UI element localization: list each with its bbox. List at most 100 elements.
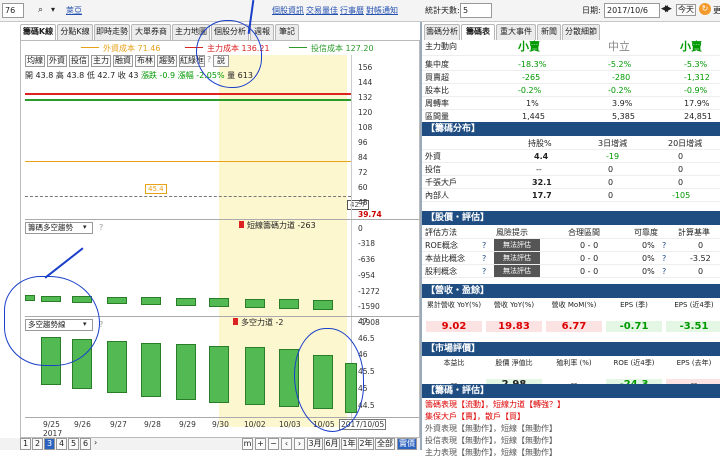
note-marker	[233, 318, 238, 325]
cell: 0	[678, 152, 684, 161]
cell: 0 - 0	[580, 267, 599, 276]
arrow-right-icon[interactable]: ›	[294, 438, 305, 450]
help-icon[interactable]: ?	[482, 252, 486, 265]
cell: 集中度	[425, 60, 449, 69]
period-menu-icon[interactable]: m	[242, 438, 253, 450]
cell: 0 - 0	[580, 254, 599, 263]
ohlc-low: 低 42.7	[86, 71, 116, 80]
tab-notes[interactable]: 筆記	[275, 24, 299, 40]
risk-badge: 無法評估	[494, 265, 540, 277]
ink-circle	[196, 20, 262, 88]
trend-bar	[141, 343, 161, 397]
trust-cost-line	[25, 99, 351, 101]
period-actual[interactable]: 實價	[397, 438, 417, 450]
section-market: 【市場評價】	[422, 342, 720, 356]
price-mark-high: 45.4	[145, 184, 167, 194]
link-statement[interactable]: 對帳通知	[366, 5, 398, 16]
force-bar	[245, 299, 265, 308]
search-icon[interactable]: ⌕	[38, 5, 43, 15]
xaxis-label: 9/26	[74, 420, 91, 429]
period-2y[interactable]: 2年	[358, 438, 374, 450]
cell: 計算基準	[678, 228, 710, 237]
arrow-left-icon[interactable]: ‹	[281, 438, 292, 450]
help-icon[interactable]: ?	[662, 252, 666, 265]
rev-col: 累計營收 YoY(%)	[426, 301, 482, 309]
page-4[interactable]: 4	[56, 438, 67, 450]
page-next-icon[interactable]: ›	[94, 438, 97, 447]
period-3m[interactable]: 3月	[307, 438, 323, 450]
cell: 0	[698, 267, 704, 276]
today-button[interactable]: 今天	[676, 4, 696, 16]
xaxis-label: 10/02	[244, 420, 266, 429]
tab-realtime[interactable]: 即時走勢	[94, 24, 130, 40]
trend-bar	[209, 346, 229, 403]
refresh-icon[interactable]: ↻	[699, 3, 711, 15]
link-stock-info[interactable]: 個股資訊	[272, 5, 304, 16]
help-icon[interactable]: ?	[662, 239, 666, 252]
price-tick: 156	[358, 63, 373, 72]
toolbar-foreign[interactable]: 外資	[47, 55, 67, 67]
page-2[interactable]: 2	[32, 438, 43, 450]
price-tick: 72	[358, 168, 368, 177]
stock-code-input[interactable]: 76	[2, 3, 24, 18]
arrow-right-icon[interactable]: ▶	[665, 4, 672, 14]
period-6m[interactable]: 6月	[324, 438, 340, 450]
toolbar-trust[interactable]: 投信	[69, 55, 89, 67]
help-icon[interactable]: ?	[482, 239, 486, 252]
zoom-out-icon[interactable]: −	[268, 438, 279, 450]
zoom-in-icon[interactable]: +	[255, 438, 266, 450]
foreign-cost-line	[25, 161, 351, 162]
risk-badge: 無法評估	[494, 239, 540, 251]
stock-name-link[interactable]: 萊亞	[66, 5, 82, 16]
note-marker	[239, 221, 244, 228]
toolbar-bollinger[interactable]: 布林	[135, 55, 155, 67]
toolbar-main[interactable]: 主力	[91, 55, 111, 67]
xaxis-line	[25, 417, 419, 418]
force-bar	[107, 297, 127, 304]
toolbar-margin[interactable]: 融資	[113, 55, 133, 67]
date-input[interactable]: 2017/10/6	[604, 3, 660, 18]
help-icon[interactable]: ?	[99, 223, 103, 232]
page-6[interactable]: 6	[80, 438, 91, 450]
ohlc-high: 高 43.8	[55, 71, 85, 80]
main-cost-line	[25, 93, 351, 95]
price-tick: 96	[358, 138, 368, 147]
dist-row: 內部人 17.7 0 -105	[422, 189, 720, 202]
page-5[interactable]: 5	[68, 438, 79, 450]
cell: -5.2%	[608, 60, 632, 69]
cell: 0	[678, 165, 684, 174]
summary-row: 周轉率 1% 3.9% 17.9%	[422, 97, 720, 110]
cell: 內部人	[425, 191, 449, 200]
mkt-col: 股價 淨值比	[495, 359, 533, 367]
cell: 持股%	[528, 139, 552, 148]
cell: -0.2%	[518, 86, 542, 95]
cell: -5.3%	[684, 60, 708, 69]
toolbar-ma[interactable]: 均線	[25, 55, 45, 67]
force-bar	[279, 299, 299, 309]
period-all[interactable]: 全部	[375, 438, 395, 450]
rev-col: EPS (季)	[620, 301, 648, 309]
toolbar-trend[interactable]: 趨勢	[157, 55, 177, 67]
cell: 股利概念	[425, 267, 457, 276]
link-calendar[interactable]: 行事曆	[340, 5, 364, 16]
tab-big-orders[interactable]: 大單券商	[131, 24, 171, 40]
chip-eval-line: 外資表現【無動作】，短線【無動作】	[425, 424, 557, 433]
link-volume[interactable]: 交易量佳	[306, 5, 338, 16]
page-1[interactable]: 1	[20, 438, 31, 450]
chevron-down-icon[interactable]: ▾	[51, 5, 55, 14]
days-select[interactable]: 5	[460, 3, 492, 18]
rev-val: 9.02	[426, 321, 482, 332]
chevron-down-icon[interactable]: ▾	[83, 223, 87, 231]
tab-chip-kline[interactable]: 籌碼K線	[20, 24, 56, 40]
rev-table: 累計營收 YoY(%) 營收 YoY(%) 營收 MoM(%) EPS (季) …	[422, 299, 720, 339]
summary-table: 主力動向 小賣 中立 小賣 集中度 -18.3% -5.2% -5.3% 買賣超 -26…	[422, 38, 720, 123]
period-1y[interactable]: 1年	[341, 438, 357, 450]
page-3[interactable]: 3	[44, 438, 55, 450]
help-icon[interactable]: ?	[482, 265, 486, 278]
cell: 17.7	[532, 191, 552, 200]
tab-broker-kline[interactable]: 分點K線	[57, 24, 93, 40]
help-icon[interactable]: ?	[662, 265, 666, 278]
xaxis-label: 9/30	[212, 420, 229, 429]
section-chip-eval: 【籌碼・評估】	[422, 384, 720, 398]
cell: 股本比	[425, 86, 449, 95]
